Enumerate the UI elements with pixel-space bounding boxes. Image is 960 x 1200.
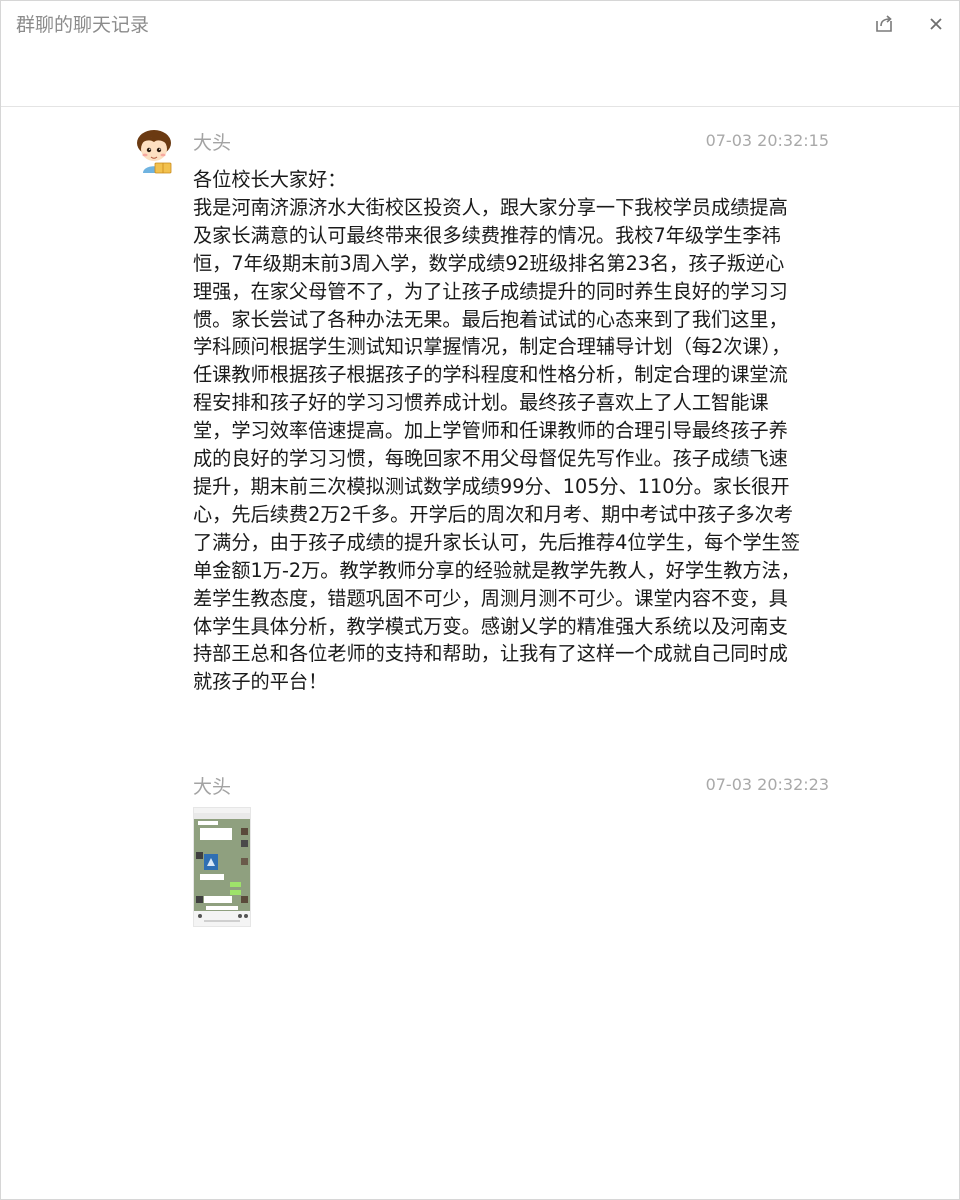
sender-name: 大头 <box>193 132 232 154</box>
share-icon <box>876 15 892 32</box>
avatar[interactable] <box>135 129 175 175</box>
message-timestamp: 07-03 20:32:23 <box>705 775 829 794</box>
chat-screenshot-thumbnail-icon <box>194 808 250 926</box>
share-button[interactable] <box>871 11 897 37</box>
sender-name: 大头 <box>193 776 232 798</box>
message-timestamp: 07-03 20:32:15 <box>705 131 829 150</box>
window-title: 群聊的聊天记录 <box>16 14 150 36</box>
message-text: 各位校长大家好： 我是河南济源济水大街校区投资人，跟大家分享一下我校学员成绩提高… <box>193 168 801 694</box>
close-icon <box>930 18 942 30</box>
close-button[interactable] <box>923 11 949 37</box>
cartoon-boy-avatar-icon <box>137 130 172 174</box>
title-bar: 群聊的聊天记录 <box>1 1 959 107</box>
image-thumbnail[interactable] <box>193 807 251 927</box>
chat-history-window: 群聊的聊天记录 大头 07-03 20:32:15 各位校长大家好： 我是河南济… <box>0 0 960 1200</box>
